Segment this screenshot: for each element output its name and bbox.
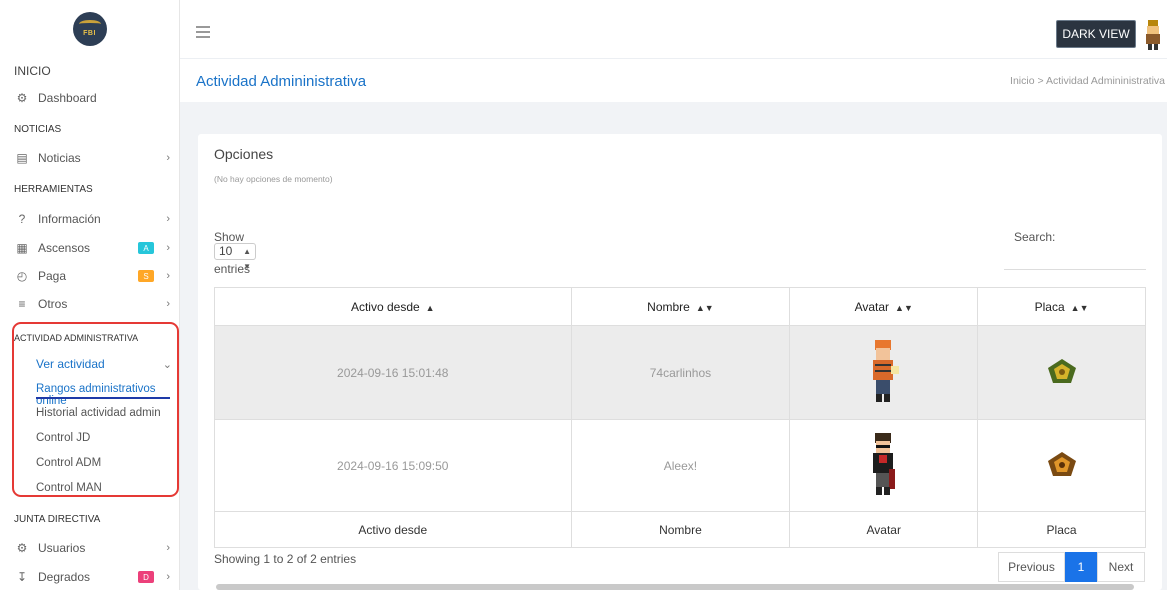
- col-header-nombre[interactable]: Nombre ▲▼: [570, 287, 791, 326]
- footer-avatar: Avatar: [789, 511, 979, 548]
- section-noticias: NOTICIAS: [14, 124, 62, 135]
- cell-activo: 2024-09-16 15:01:48: [214, 325, 572, 420]
- sort-icon: ▲▼: [1070, 302, 1089, 313]
- section-inicio: INICIO: [14, 64, 51, 78]
- col-header-activo[interactable]: Activo desde ▲: [214, 287, 572, 326]
- sidebar-item-informacion[interactable]: ? Información ›: [14, 207, 174, 231]
- page-1-button[interactable]: 1: [1065, 552, 1097, 582]
- sidebar-item-label: Degrados: [38, 570, 91, 584]
- highlight-annotation: [12, 322, 179, 497]
- footer-activo: Activo desde: [214, 511, 572, 548]
- search-label: Search:: [1014, 230, 1056, 244]
- footer-nombre: Nombre: [570, 511, 791, 548]
- rank-badge-icon: [1047, 359, 1076, 383]
- sidebar-item-usuarios[interactable]: ⚙ Usuarios ›: [14, 536, 174, 560]
- arrow-down-icon: ↧: [16, 570, 28, 584]
- sidebar: FBI INICIO ⚙ Dashboard NOTICIAS ▤ Notici…: [0, 0, 180, 590]
- sidebar-item-ascensos[interactable]: ▦ Ascensos A ›: [14, 236, 174, 260]
- chevron-right-icon: ›: [166, 242, 170, 254]
- sidebar-item-noticias[interactable]: ▤ Noticias ›: [14, 146, 174, 170]
- previous-button[interactable]: Previous: [998, 552, 1065, 582]
- eagle-wing-icon: [78, 20, 101, 28]
- chevron-right-icon: ›: [166, 298, 170, 310]
- hamburger-menu-icon[interactable]: [196, 26, 210, 41]
- sidebar-item-label: Noticias: [38, 151, 81, 165]
- sidebar-item-dashboard[interactable]: ⚙ Dashboard: [14, 86, 174, 110]
- dark-view-button[interactable]: DARK VIEW: [1056, 20, 1136, 48]
- sort-asc-icon: ▲: [425, 302, 435, 313]
- degrados-badge: D: [138, 571, 154, 583]
- section-herramientas: HERRAMIENTAS: [14, 184, 93, 195]
- sort-icon: ▲▼: [895, 302, 913, 313]
- page-title: Actividad Admininistrativa: [196, 73, 367, 90]
- sidebar-item-degrados[interactable]: ↧ Degrados D ›: [14, 565, 174, 589]
- sidebar-item-label: Otros: [38, 297, 68, 311]
- options-title: Opciones: [214, 146, 274, 162]
- sort-icon: ▲▼: [695, 302, 714, 313]
- cell-placa: [977, 325, 1146, 420]
- cell-placa: [977, 419, 1146, 512]
- logo-area: FBI: [0, 0, 179, 58]
- avatar-image: [872, 340, 899, 402]
- chevron-right-icon: ›: [166, 213, 170, 225]
- sidebar-item-otros[interactable]: ≡ Otros ›: [14, 292, 174, 316]
- sidebar-item-paga[interactable]: ◴ Paga S ›: [14, 264, 174, 288]
- table-info: Showing 1 to 2 of 2 entries: [214, 552, 357, 566]
- section-junta: JUNTA DIRECTIVA: [14, 514, 101, 525]
- dashboard-icon: ⚙: [16, 91, 28, 105]
- sidebar-item-label: Dashboard: [38, 91, 97, 105]
- options-subtitle: (No hay opciones de momento): [214, 174, 333, 184]
- show-label: Show: [214, 230, 245, 244]
- user-avatar-icon[interactable]: [1142, 19, 1164, 51]
- sidebar-item-label: Ascensos: [38, 241, 91, 255]
- col-header-avatar[interactable]: Avatar ▲▼: [789, 287, 979, 326]
- entries-label: entries: [214, 262, 251, 276]
- next-button[interactable]: Next: [1097, 552, 1145, 582]
- ascensos-badge: A: [138, 242, 154, 254]
- content-card: Opciones (No hay opciones de momento) Sh…: [198, 134, 1162, 590]
- clock-icon: ◴: [16, 269, 28, 283]
- sidebar-item-label: Paga: [38, 269, 67, 283]
- chevron-right-icon: ›: [166, 270, 170, 282]
- footer-placa: Placa: [977, 511, 1146, 548]
- chevron-right-icon: ›: [166, 152, 170, 164]
- entries-select-value: 10: [219, 244, 233, 258]
- paga-badge: S: [138, 270, 154, 282]
- chevron-right-icon: ›: [166, 542, 170, 554]
- page-header: Actividad Admininistrativa Inicio > Acti…: [180, 58, 1167, 102]
- newspaper-icon: ▤: [16, 151, 28, 165]
- cell-nombre: Aleex!: [570, 419, 791, 512]
- col-header-placa[interactable]: Placa ▲▼: [977, 287, 1146, 326]
- avatar-image: [872, 433, 895, 495]
- sidebar-item-label: Usuarios: [38, 541, 86, 555]
- sidebar-item-label: Información: [38, 212, 101, 226]
- rank-badge-icon: [1047, 452, 1076, 476]
- menu-icon: ≡: [18, 297, 26, 311]
- gear-icon: ⚙: [16, 541, 28, 555]
- logo-text: FBI: [83, 29, 96, 37]
- entries-select[interactable]: 10 ▲ ▼: [214, 243, 256, 271]
- chevron-right-icon: ›: [166, 571, 170, 583]
- cell-activo: 2024-09-16 15:09:50: [214, 419, 572, 512]
- table-row[interactable]: 2024-09-16 15:09:50 Aleex!: [214, 419, 1146, 512]
- cell-avatar: [789, 419, 979, 512]
- horizontal-scrollbar[interactable]: [216, 584, 1134, 590]
- calendar-icon: ▦: [16, 241, 28, 255]
- topbar: DARK VIEW: [180, 0, 1167, 58]
- search-input[interactable]: [1004, 250, 1146, 270]
- admin-table: Activo desde ▲ Nombre ▲▼ Avatar ▲▼ Placa ▲▼ …: [214, 287, 1146, 548]
- cell-avatar: [789, 325, 979, 420]
- cell-nombre: 74carlinhos: [570, 325, 791, 420]
- question-icon: ?: [18, 212, 26, 226]
- table-row[interactable]: 2024-09-16 15:01:48 74carlinhos: [214, 325, 1146, 420]
- breadcrumb[interactable]: Inicio > Actividad Admininistrativa: [1010, 75, 1165, 87]
- pagination: Previous 1 Next: [998, 552, 1145, 582]
- fbi-logo[interactable]: FBI: [72, 12, 107, 46]
